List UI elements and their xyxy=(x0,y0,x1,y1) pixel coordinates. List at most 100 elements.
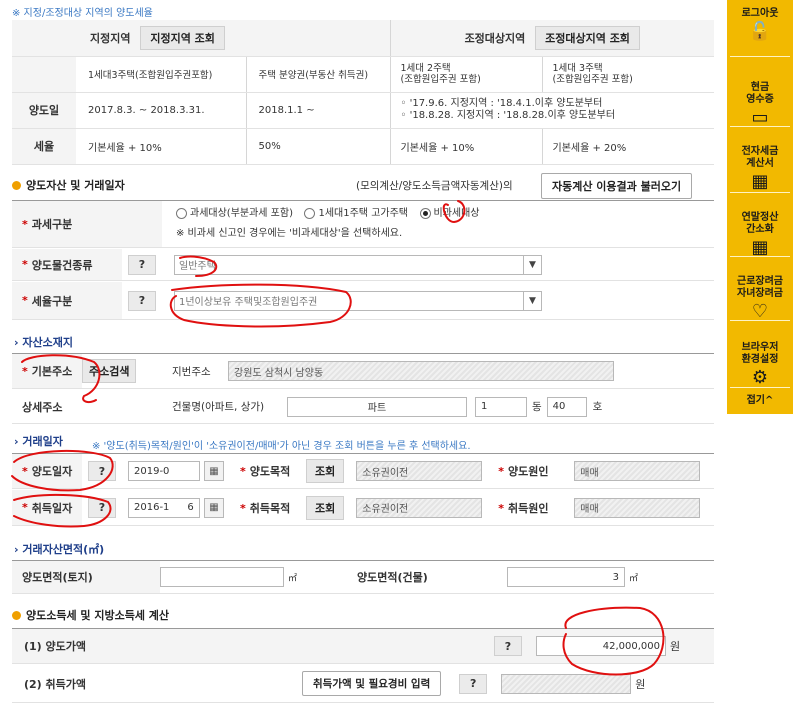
acquisition-price-row: (2) 취득가액 취득가액 및 필요경비 입력 ? 원 xyxy=(12,665,714,703)
transfer-date-3a: ◦ '17.9.6. 지정지역 : '18.4.1.이후 양도분부터 xyxy=(400,98,603,109)
tax-class-option-luxury[interactable]: 1세대1주택 고가주택 xyxy=(304,205,408,223)
load-auto-calc-button[interactable]: 자동계산 이용결과 불러오기 xyxy=(541,173,693,199)
sale-price-row: (1) 양도가액 ? 42,000,000 원 xyxy=(12,628,714,664)
buy-purpose-lookup-button[interactable]: 조회 xyxy=(306,495,345,520)
land-area-unit: ㎡ xyxy=(288,573,298,584)
buy-date-help-button[interactable]: ? xyxy=(88,497,116,518)
sell-date-input[interactable]: 2019-0 xyxy=(128,461,200,481)
work-incentive-button[interactable]: 근로장려금 자녀장려금 ♡ xyxy=(727,264,793,334)
bldg-area-label: 양도면적(건물) xyxy=(357,571,428,584)
tax-class-option-exempt[interactable]: 비과세대상 xyxy=(419,205,480,223)
bldg-area-input[interactable]: 3 xyxy=(507,567,626,587)
tax-class-option-taxable[interactable]: 과세대상(부분과세 포함) xyxy=(176,205,293,223)
section-calc-title: 양도소득세 및 지방소득세 계산 xyxy=(12,607,169,623)
quick-menu-sidebar: 로그아웃 🔓 현금 영수증 ▭ 전자세금 계산서 ▦ 연말정산 간소화 ▦ 근로… xyxy=(727,0,793,414)
building-type-help-button[interactable]: ? xyxy=(128,254,156,275)
lot-address-field[interactable]: 강원도 삼척시 남양동 xyxy=(228,361,614,381)
tax-rate-select[interactable]: 1년이상보유 주택및조합원입주권 ▼ xyxy=(174,290,542,311)
rate-table: 지정지역 지정지역 조회 조정대상지역 조정대상지역 조회 1세대3주택(조합원… xyxy=(12,20,714,165)
building-name-input[interactable]: 파트 xyxy=(287,396,467,417)
designated-lookup-button[interactable]: 지정지역 조회 xyxy=(140,25,225,50)
document-search-icon: ▦ xyxy=(751,237,769,258)
transfer-date-1: 2017.8.3. ~ 2018.3.31. xyxy=(76,92,246,129)
sell-purpose-lookup-button[interactable]: 조회 xyxy=(306,459,345,483)
chevron-down-icon: ▼ xyxy=(523,291,541,310)
chevron-down-icon: ▼ xyxy=(523,255,541,274)
year-end-settlement-button[interactable]: 연말정산 간소화 ▦ xyxy=(727,200,793,270)
transfer-date-label: 양도일 xyxy=(12,92,76,129)
collapse-button[interactable]: 접기^ xyxy=(727,395,793,407)
ho-input[interactable]: 40 xyxy=(546,396,587,417)
building-type-label: 양도물건종류 xyxy=(31,258,93,272)
gear-icon: ⚙ xyxy=(751,367,769,388)
tax-rate-row: * 세율구분 ? 1년이상보유 주택및조합원입주권 ▼ xyxy=(12,282,714,320)
main-content: ※ 지정/조정대상 지역의 양도세율 지정지역 지정지역 조회 조정대상지역 조… xyxy=(0,0,720,707)
dong-input[interactable]: 1 xyxy=(475,396,527,417)
sale-price-help-button[interactable]: ? xyxy=(494,636,522,656)
cash-receipt-button[interactable]: 현금 영수증 ▭ xyxy=(727,70,793,140)
tax-class-label: 과세구분 xyxy=(31,218,73,231)
acquisition-help-button[interactable]: ? xyxy=(459,673,488,694)
land-area-label: 양도면적(토지) xyxy=(12,561,160,593)
adjusted-lookup-button[interactable]: 조정대상지역 조회 xyxy=(535,25,640,50)
sale-price-label: (1) 양도가액 xyxy=(24,640,87,653)
tax-rate-help-button[interactable]: ? xyxy=(128,290,156,311)
calendar-icon[interactable]: ▦ xyxy=(204,497,224,518)
buy-date-label: 취득일자 xyxy=(31,501,73,515)
buy-purpose-field[interactable]: 소유권이전 xyxy=(356,497,483,518)
tax-rate-label: 세율구분 xyxy=(31,294,73,308)
col-1: 1세대3주택(조합원입주권포함) xyxy=(76,56,246,93)
transfer-date-3b: ◦ '18.8.28. 지정지역 : '18.8.28.이후 양도분부터 xyxy=(400,110,616,121)
buy-purpose-label: 취득목적 xyxy=(249,501,291,515)
building-type-select[interactable]: 일반주택 ▼ xyxy=(174,254,542,275)
mock-calc-text: (모의계산/양도소득금액자동계산)의 xyxy=(356,180,513,192)
acquisition-price-field[interactable] xyxy=(501,673,632,694)
tax-class-row: * 과세구분 과세대상(부분과세 포함) 1세대1주택 고가주택 비과세대상 ※ … xyxy=(12,200,714,248)
logout-button[interactable]: 로그아웃 🔓 xyxy=(727,8,793,42)
radio-icon xyxy=(304,208,316,220)
detail-address-label: 상세주소 xyxy=(22,400,63,414)
trade-date-hint: ※ '양도(취득)목적/원인'이 '소유권이전/매매'가 아닌 경우 조회 버튼… xyxy=(92,441,471,452)
lot-address-label: 지번주소 xyxy=(172,365,211,378)
rate-3: 기본세율 + 10% xyxy=(389,128,542,165)
area-title: › 거래자산면적(㎡) xyxy=(14,543,105,556)
tax-class-hint: ※ 비과세 신고인 경우에는 '비과세대상'을 선택하세요. xyxy=(176,228,403,240)
sell-cause-field[interactable]: 매매 xyxy=(574,461,701,481)
asset-location-title: › 자산소재지 xyxy=(14,336,73,349)
unlock-icon: 🔓 xyxy=(748,21,772,42)
building-name-label: 건물명(아파트, 상가) xyxy=(172,401,265,413)
sell-cause-label: 양도원인 xyxy=(508,465,549,478)
buy-cause-field[interactable]: 매매 xyxy=(574,497,701,518)
base-address-row: * 기본주소 주소검색 지번주소 강원도 삼척시 남양동 xyxy=(12,353,714,389)
sell-purpose-field[interactable]: 소유권이전 xyxy=(356,461,483,481)
rate-2: 50% xyxy=(245,128,390,165)
calendar-icon[interactable]: ▦ xyxy=(204,461,224,481)
sale-price-unit: 원 xyxy=(670,640,681,653)
col-4: 1세대 3주택 (조합원입주권 포함) xyxy=(541,56,714,93)
receipt-icon: ▭ xyxy=(751,107,769,128)
land-area-input[interactable] xyxy=(160,567,284,587)
sale-price-input[interactable]: 42,000,000 xyxy=(536,636,666,656)
adjusted-label: 조정대상지역 xyxy=(464,31,526,45)
address-search-button[interactable]: 주소검색 xyxy=(82,359,137,383)
base-address-label: 기본주소 xyxy=(31,365,73,378)
buy-date-input[interactable]: 2016-1 6 xyxy=(128,497,200,518)
bullet-icon xyxy=(12,180,21,190)
rate-1: 기본세율 + 10% xyxy=(76,128,246,165)
section-asset-title: 양도자산 및 거래일자 xyxy=(12,177,125,193)
sell-date-row: * 양도일자 ? 2019-0 ▦ * 양도목적 조회 소유권이전 * 양도원인 매매 xyxy=(12,453,714,489)
transfer-date-2: 2018.1.1 ~ xyxy=(245,92,390,129)
browser-setup-button[interactable]: 브라우저 환경설정 ⚙ xyxy=(727,330,793,400)
e-invoice-button[interactable]: 전자세금 계산서 ▦ xyxy=(727,134,793,204)
rate-note: ※ 지정/조정대상 지역의 양도세율 xyxy=(12,8,153,19)
col-2: 주택 분양권(부동산 취득권) xyxy=(245,56,390,93)
acquisition-price-label: (2) 취득가액 xyxy=(24,677,87,691)
building-type-row: * 양도물건종류 ? 일반주택 ▼ xyxy=(12,249,714,281)
trade-date-title: › 거래일자 xyxy=(14,435,63,448)
sell-purpose-label: 양도목적 xyxy=(249,465,291,478)
bullet-icon xyxy=(12,610,21,620)
buy-cause-label: 취득원인 xyxy=(508,501,549,515)
bldg-area-unit: ㎡ xyxy=(629,573,639,584)
acquisition-input-button[interactable]: 취득가액 및 필요경비 입력 xyxy=(302,671,442,696)
sell-date-help-button[interactable]: ? xyxy=(88,461,116,481)
